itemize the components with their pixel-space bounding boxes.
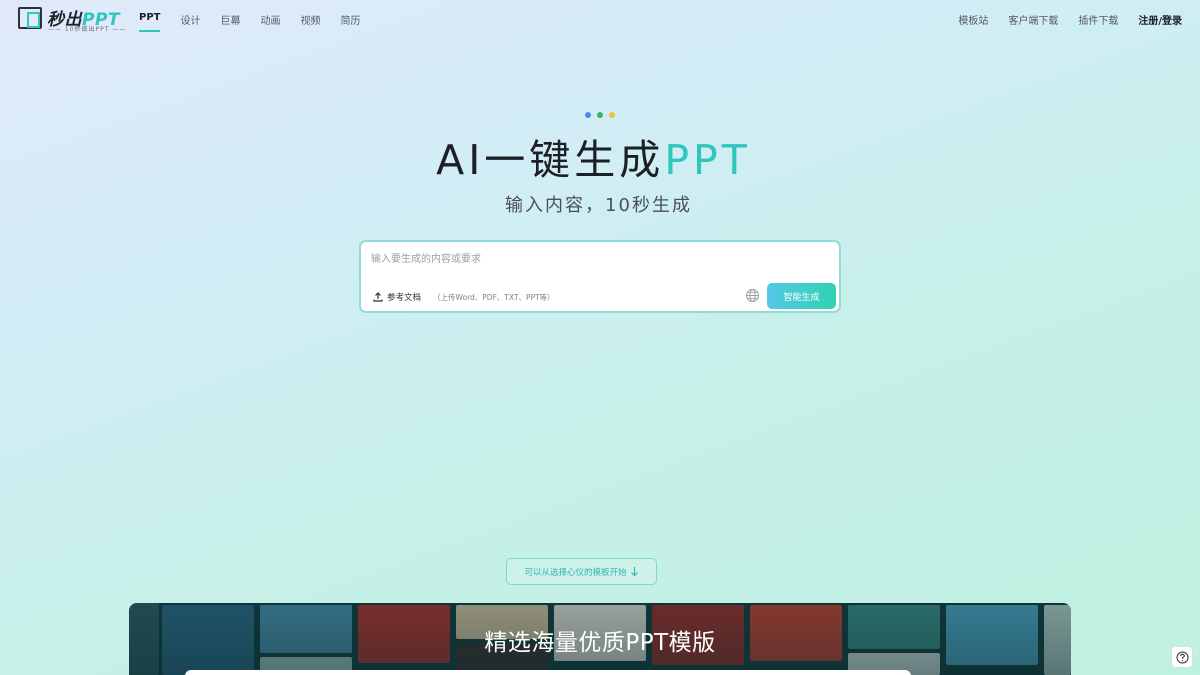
blue-dot [585,112,591,118]
template-hint-text: 可以从选择心仪的模板开始 [524,567,627,578]
client-download-link[interactable]: 客户端下载 [1008,12,1058,27]
logo-subtitle: —— 10秒做出PPT —— [48,26,127,33]
template-banner: 精选海量优质PPT模版 [129,603,1071,675]
top-header: 秒出PPT —— 10秒做出PPT —— PPT 设计 巨幕 动画 视频 简历 … [0,0,1200,36]
plugin-download-link[interactable]: 插件下载 [1078,12,1118,27]
template-site-link[interactable]: 模板站 [958,12,988,27]
nav-item-video[interactable]: 视频 [300,12,320,27]
prompt-input[interactable] [371,250,831,268]
prompt-input-card: 参考文档 （上传Word、PDF、TXT、PPT等） 智能生成 [359,240,841,313]
decorative-dots [585,112,621,118]
template-hint-button[interactable]: 可以从选择心仪的模板开始 [506,558,657,585]
logo-mark-icon [18,7,42,29]
upload-reference-button[interactable]: 参考文档 [373,291,421,303]
logo[interactable]: 秒出PPT —— 10秒做出PPT —— [18,6,125,33]
template-search-bar[interactable] [185,670,911,675]
upload-icon [373,292,383,302]
hero-title: AI一键生成PPT [436,136,751,184]
nav-item-widescreen[interactable]: 巨幕 [220,12,240,27]
nav-item-ppt[interactable]: PPT [139,12,161,32]
main-nav: PPT 设计 巨幕 动画 视频 简历 [139,12,380,32]
yellow-dot [609,112,615,118]
green-dot [597,112,603,118]
hero-subtitle: 输入内容，10秒生成 [505,195,692,216]
banner-title: 精选海量优质PPT模版 [484,630,716,656]
nav-item-resume[interactable]: 简历 [340,12,360,27]
nav-item-design[interactable]: 设计 [180,12,200,27]
nav-item-animation[interactable]: 动画 [260,12,280,27]
arrow-down-icon [630,567,638,577]
upload-hint: （上传Word、PDF、TXT、PPT等） [433,293,555,302]
globe-icon[interactable] [745,288,760,303]
upload-label: 参考文档 [387,293,422,303]
login-register-link[interactable]: 注册/登录 [1138,12,1182,27]
smart-generate-button[interactable]: 智能生成 [767,283,836,309]
right-nav: 模板站 客户端下载 插件下载 注册/登录 [938,12,1182,27]
help-icon [1176,651,1188,663]
help-button[interactable] [1171,646,1193,668]
